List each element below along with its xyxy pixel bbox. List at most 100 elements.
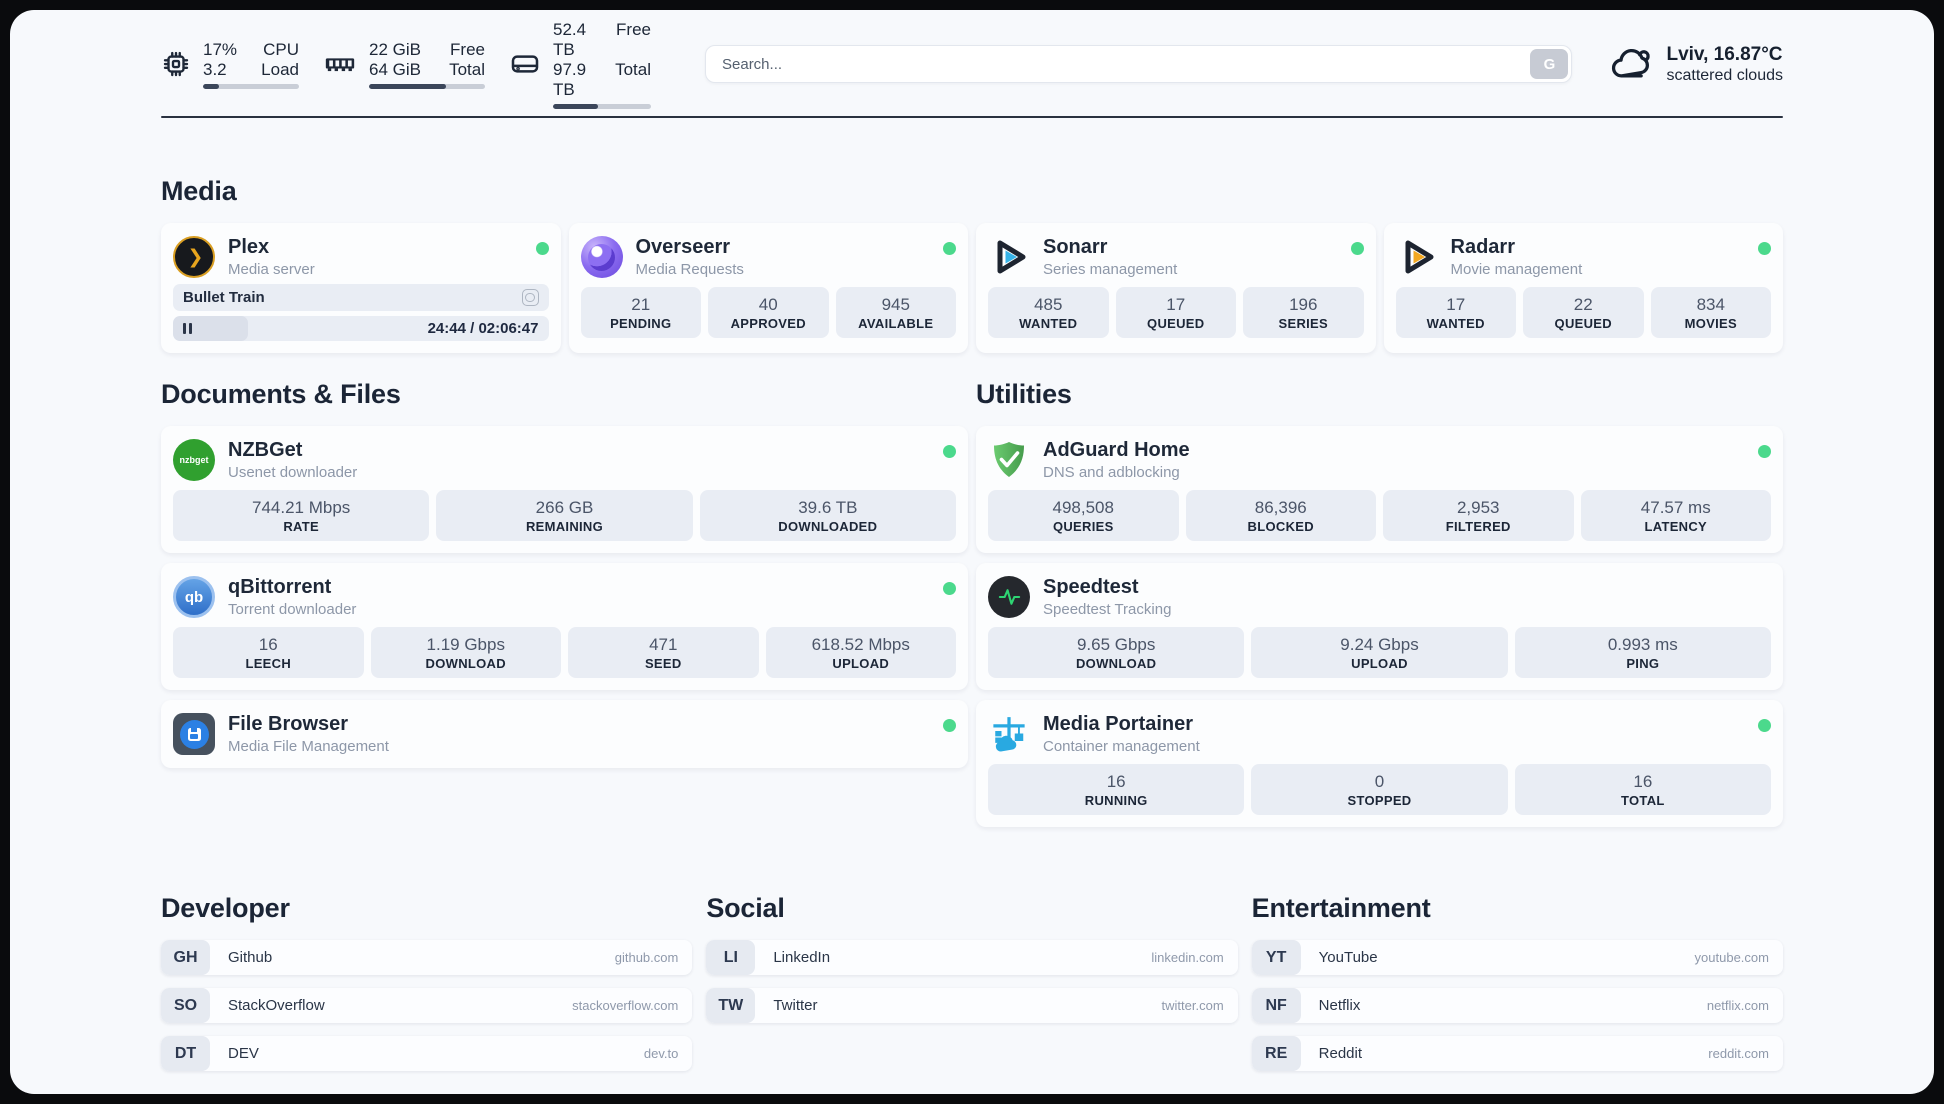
app-subtitle: Torrent downloader: [228, 601, 357, 618]
qbittorrent-icon: qb: [173, 576, 215, 618]
radarr-icon: [1396, 236, 1438, 278]
portainer-icon: [988, 713, 1030, 755]
ram-total: 64 GiB: [369, 59, 421, 79]
app-subtitle: Media File Management: [228, 738, 389, 755]
bookmark-linkedin[interactable]: LI LinkedIn linkedin.com: [706, 940, 1238, 975]
pause-icon[interactable]: [183, 323, 193, 334]
app-card-portainer[interactable]: Media Portainer Container management 16 R…: [976, 700, 1783, 827]
stat-download: 1.19 Gbps DOWNLOAD: [370, 627, 561, 678]
bookmark-reddit[interactable]: RE Reddit reddit.com: [1251, 1036, 1783, 1071]
speedtest-icon: [988, 576, 1030, 618]
stat-upload: 9.24 Gbps UPLOAD: [1251, 627, 1508, 678]
disk-free: 52.4 TB: [553, 19, 587, 59]
stat-running: 16 RUNNING: [988, 764, 1245, 815]
section-title-developer: Developer: [161, 893, 290, 923]
section-title-entertainment: Entertainment: [1251, 893, 1431, 923]
cpu-load: 3.2: [203, 59, 227, 79]
app-card-sonarr[interactable]: Sonarr Series management 485 WANTED 17 QUE…: [976, 223, 1376, 353]
app-card-overseerr[interactable]: Overseerr Media Requests 21 PENDING 40 APP…: [568, 223, 968, 353]
bookmark-abbr: RE: [1251, 1036, 1301, 1071]
status-dot: [1758, 242, 1771, 255]
cpu-progress: [203, 83, 299, 89]
disk-total: 97.9 TB: [553, 59, 587, 99]
bookmark-name: StackOverflow: [228, 997, 325, 1014]
ram-progress: [369, 83, 485, 89]
app-card-nzbget[interactable]: nzbget NZBGet Usenet downloader 744.21 M…: [161, 426, 968, 553]
app-name: Media Portainer: [1043, 713, 1194, 735]
bookmark-youtube[interactable]: YT YouTube youtube.com: [1251, 940, 1783, 975]
app-name: Plex: [228, 236, 270, 258]
bookmark-url: netflix.com: [1706, 998, 1769, 1013]
bookmark-abbr: TW: [706, 988, 756, 1023]
bookmark-url: twitter.com: [1161, 998, 1224, 1013]
weather-location-temp: Lviv, 16.87°C: [1666, 43, 1783, 65]
app-name: qBittorrent: [228, 576, 332, 598]
section-title-utilities: Utilities: [976, 379, 1072, 409]
app-card-qbittorrent[interactable]: qb qBittorrent Torrent downloader 16 LEEC…: [161, 563, 968, 690]
memory-widget: 22 GiB Free 64 GiB Total: [323, 40, 485, 89]
disk-icon: [511, 55, 539, 73]
bookmark-github[interactable]: GH Github github.com: [161, 940, 693, 975]
dashboard: 17% CPU 3.2 Load 22 GiB Free 64 GiB Total: [10, 10, 1934, 1094]
bookmark-twitter[interactable]: TW Twitter twitter.com: [706, 988, 1238, 1023]
stat-total: 16 TOTAL: [1514, 764, 1771, 815]
bookmark-dev[interactable]: DT DEV dev.to: [161, 1036, 693, 1071]
app-card-adguard[interactable]: AdGuard Home DNS and adblocking 498,508 Q…: [976, 426, 1783, 553]
bookmark-name: Netflix: [1318, 997, 1361, 1014]
stat-latency: 47.57 ms LATENCY: [1580, 490, 1771, 541]
ram-free: 22 GiB: [369, 39, 421, 59]
search-engine-button[interactable]: G: [1530, 49, 1569, 79]
app-card-radarr[interactable]: Radarr Movie management 17 WANTED 22 QUEUE…: [1383, 223, 1783, 353]
app-card-speedtest[interactable]: Speedtest Speedtest Tracking 9.65 Gbps DO…: [976, 563, 1783, 690]
weather-condition: scattered clouds: [1666, 66, 1783, 84]
cpu-label: CPU: [263, 39, 299, 59]
stat-seed: 471 SEED: [568, 627, 759, 678]
bookmark-stackoverflow[interactable]: SO StackOverflow stackoverflow.com: [161, 988, 693, 1023]
status-dot: [943, 582, 956, 595]
search-input[interactable]: [705, 45, 1573, 83]
bookmark-url: stackoverflow.com: [572, 998, 679, 1013]
app-subtitle: Series management: [1043, 261, 1178, 278]
app-subtitle: Movie management: [1450, 261, 1583, 278]
bookmark-group-social: Social LI LinkedIn linkedin.com TW Twitt…: [706, 893, 1238, 1084]
bookmark-name: LinkedIn: [773, 949, 831, 966]
stat-remaining: 266 GB REMAINING: [436, 490, 693, 541]
app-subtitle: Media Requests: [635, 261, 744, 278]
bookmark-name: Reddit: [1318, 1045, 1363, 1062]
track-title: Bullet Train: [183, 289, 265, 306]
stat-download: 9.65 Gbps DOWNLOAD: [988, 627, 1245, 678]
app-card-plex[interactable]: ❯ Plex Media server Bullet Train 24:44 /…: [161, 223, 561, 353]
ram-total-label: Total: [449, 59, 485, 79]
bookmark-abbr: DT: [161, 1036, 210, 1071]
bookmark-netflix[interactable]: NF Netflix netflix.com: [1251, 988, 1783, 1023]
stat-rate: 744.21 Mbps RATE: [173, 490, 430, 541]
app-subtitle: Usenet downloader: [228, 464, 358, 481]
adguard-icon: [988, 439, 1030, 481]
stat-movies: 834 MOVIES: [1650, 287, 1771, 338]
bookmark-group-entertainment: Entertainment YT YouTube youtube.com NF …: [1251, 893, 1783, 1084]
status-dot: [943, 445, 956, 458]
overseerr-icon: [580, 236, 623, 278]
playback-progress-bar[interactable]: 24:44 / 02:06:47: [173, 316, 549, 341]
disk-free-label: Free: [616, 19, 651, 39]
documents-column: Documents & Files nzbget NZBGet Usenet d…: [161, 379, 968, 778]
status-dot: [943, 242, 956, 255]
disk-progress: [553, 103, 651, 109]
bookmark-url: dev.to: [643, 1046, 679, 1061]
stat-available: 945 AVAILABLE: [835, 287, 956, 338]
status-dot: [1758, 719, 1771, 732]
stat-stopped: 0 STOPPED: [1251, 764, 1508, 815]
app-card-filebrowser[interactable]: File Browser Media File Management: [161, 700, 968, 768]
app-subtitle: Media server: [228, 261, 315, 278]
bookmark-url: reddit.com: [1708, 1046, 1769, 1061]
screen-frame: 17% CPU 3.2 Load 22 GiB Free 64 GiB Total: [0, 0, 1944, 1104]
disk-widget: 52.4 TB Free 97.9 TB Total: [509, 20, 651, 109]
utilities-column: Utilities AdGuard Home DNS and adblockin…: [976, 379, 1783, 837]
cpu-load-label: Load: [261, 59, 299, 79]
now-playing-row: Bullet Train: [173, 284, 549, 311]
stat-pending: 21 PENDING: [580, 287, 701, 338]
app-name: File Browser: [228, 713, 349, 735]
search-bar: G: [705, 45, 1573, 83]
bookmark-abbr: NF: [1251, 988, 1301, 1023]
bookmark-url: youtube.com: [1694, 950, 1769, 965]
